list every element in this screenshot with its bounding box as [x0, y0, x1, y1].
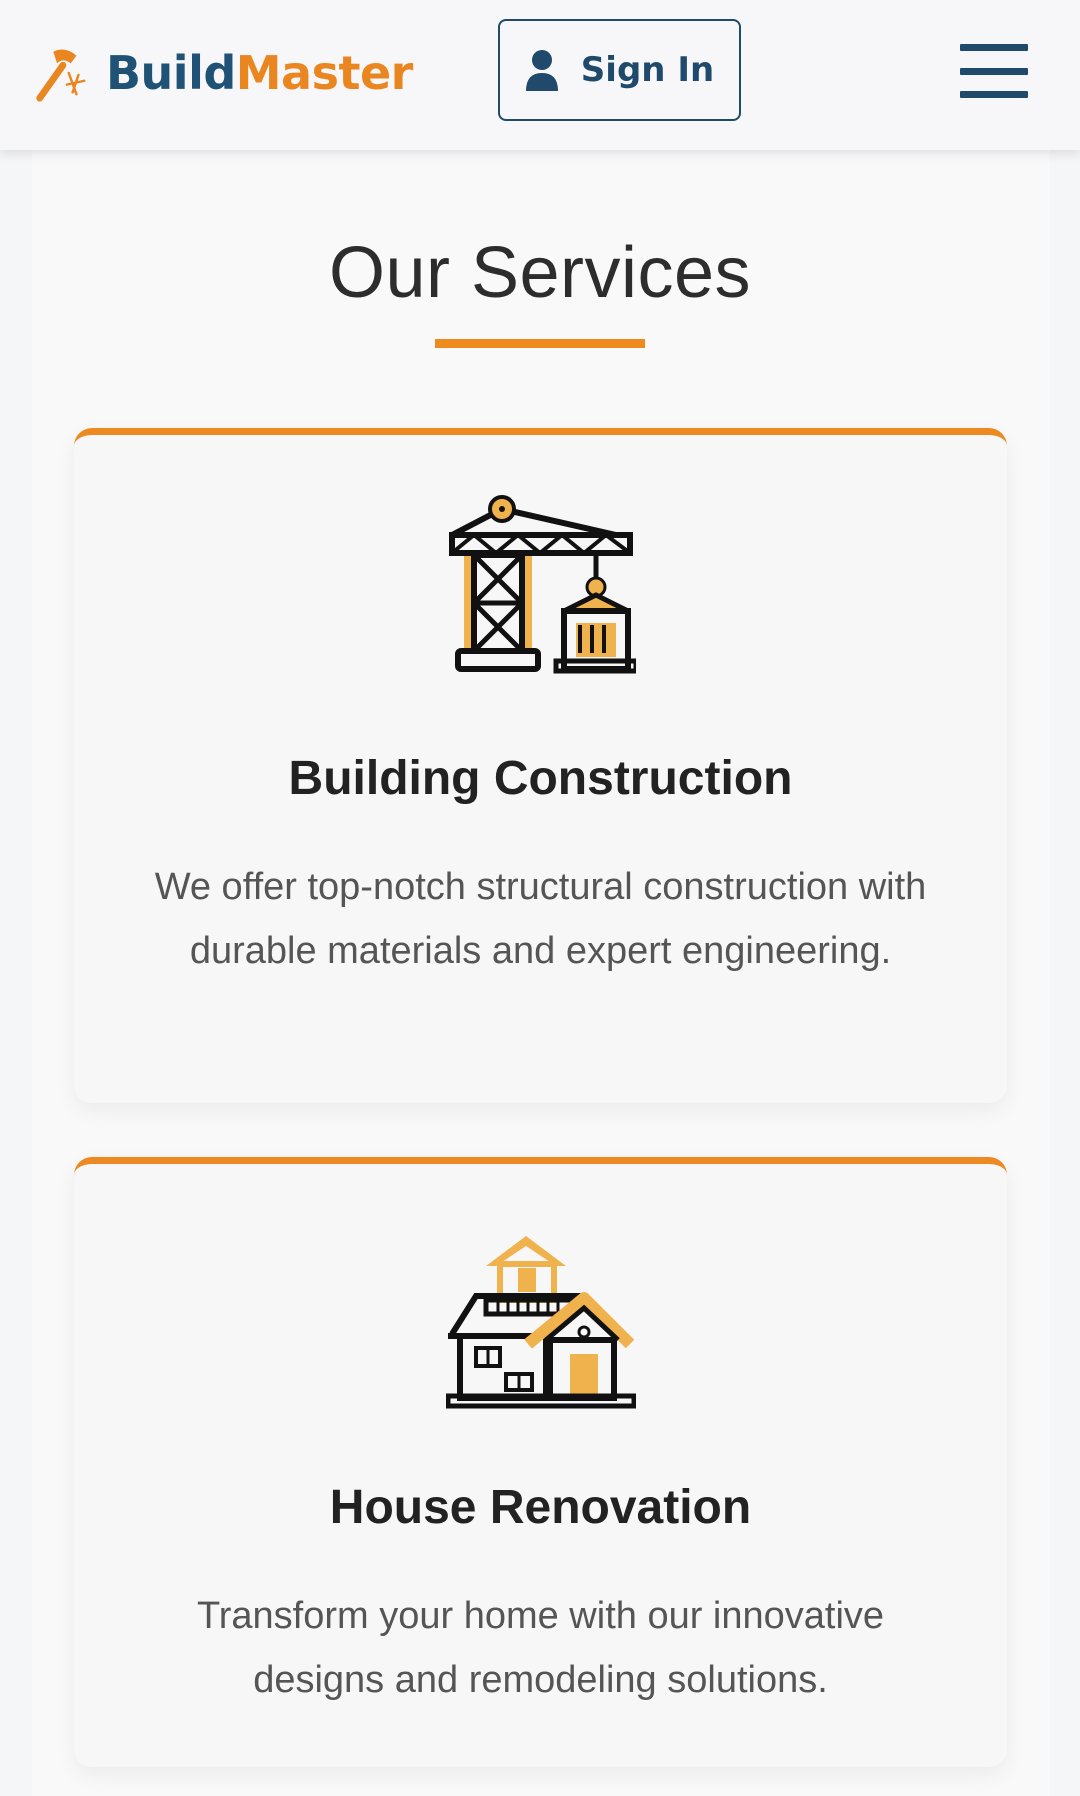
sign-in-label: Sign In [580, 50, 715, 90]
hammer-icon [36, 49, 86, 102]
sign-in-button[interactable]: Sign In [498, 19, 741, 121]
section-title: Our Services [328, 233, 752, 313]
crane-icon [449, 495, 636, 674]
title-underline [435, 339, 645, 348]
service-card-building-construction[interactable]: Building Construction We offer top-notch… [74, 428, 1007, 1103]
brand-logo[interactable]: BuildMaster [30, 38, 413, 108]
site-header: BuildMaster Sign In [0, 0, 1080, 150]
service-title: House Renovation [329, 1481, 752, 1534]
service-description: We offer top-notch structural constructi… [154, 866, 927, 972]
house-renovation-icon [446, 1236, 636, 1409]
brand-name-part1: Build [106, 46, 236, 100]
service-card-house-renovation[interactable]: House Renovation Transform your home wit… [74, 1157, 1007, 1767]
service-title: Building Construction [288, 752, 793, 805]
hamburger-menu-icon[interactable] [960, 44, 1028, 98]
user-icon [525, 50, 558, 91]
brand-name-part2: Master [235, 46, 414, 100]
service-description: Transform your home with our innovative … [196, 1595, 885, 1701]
